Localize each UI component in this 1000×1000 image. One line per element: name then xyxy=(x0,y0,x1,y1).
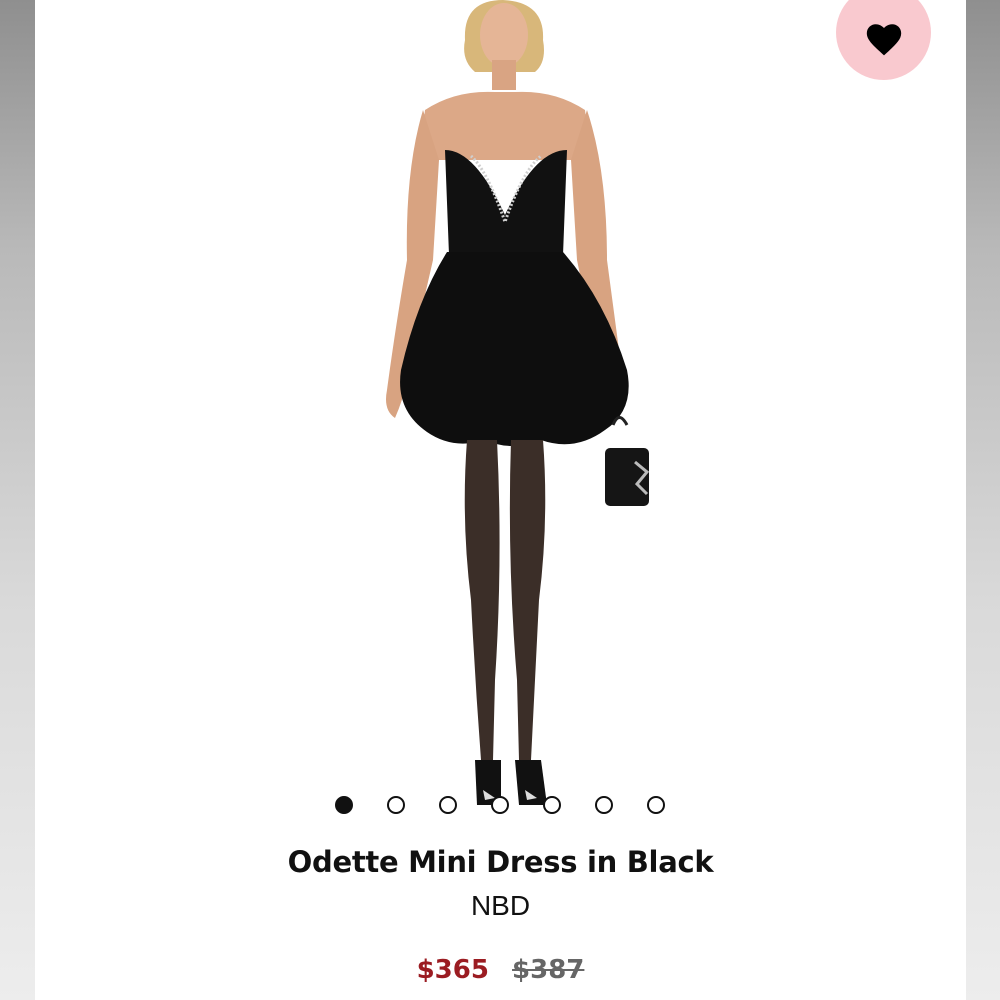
product-image[interactable] xyxy=(335,0,665,830)
price-row: $365 $387 xyxy=(35,955,966,985)
wishlist-button[interactable] xyxy=(836,0,931,80)
product-title: Odette Mini Dress in Black xyxy=(287,845,714,879)
carousel-dot-1[interactable] xyxy=(335,796,353,814)
image-carousel-dots xyxy=(335,796,675,816)
price-current: $365 xyxy=(416,955,489,985)
carousel-dot-6[interactable] xyxy=(595,796,613,814)
carousel-dot-7[interactable] xyxy=(647,796,665,814)
product-card: Odette Mini Dress in Black NBD $365 $387 xyxy=(35,0,966,1000)
carousel-dot-3[interactable] xyxy=(439,796,457,814)
left-backdrop xyxy=(0,0,35,1000)
carousel-dot-4[interactable] xyxy=(491,796,509,814)
product-brand[interactable]: NBD xyxy=(35,890,966,922)
right-backdrop xyxy=(966,0,1000,1000)
price-original: $387 xyxy=(512,955,585,985)
carousel-dot-5[interactable] xyxy=(543,796,561,814)
carousel-dot-2[interactable] xyxy=(387,796,405,814)
heart-icon xyxy=(866,23,901,55)
